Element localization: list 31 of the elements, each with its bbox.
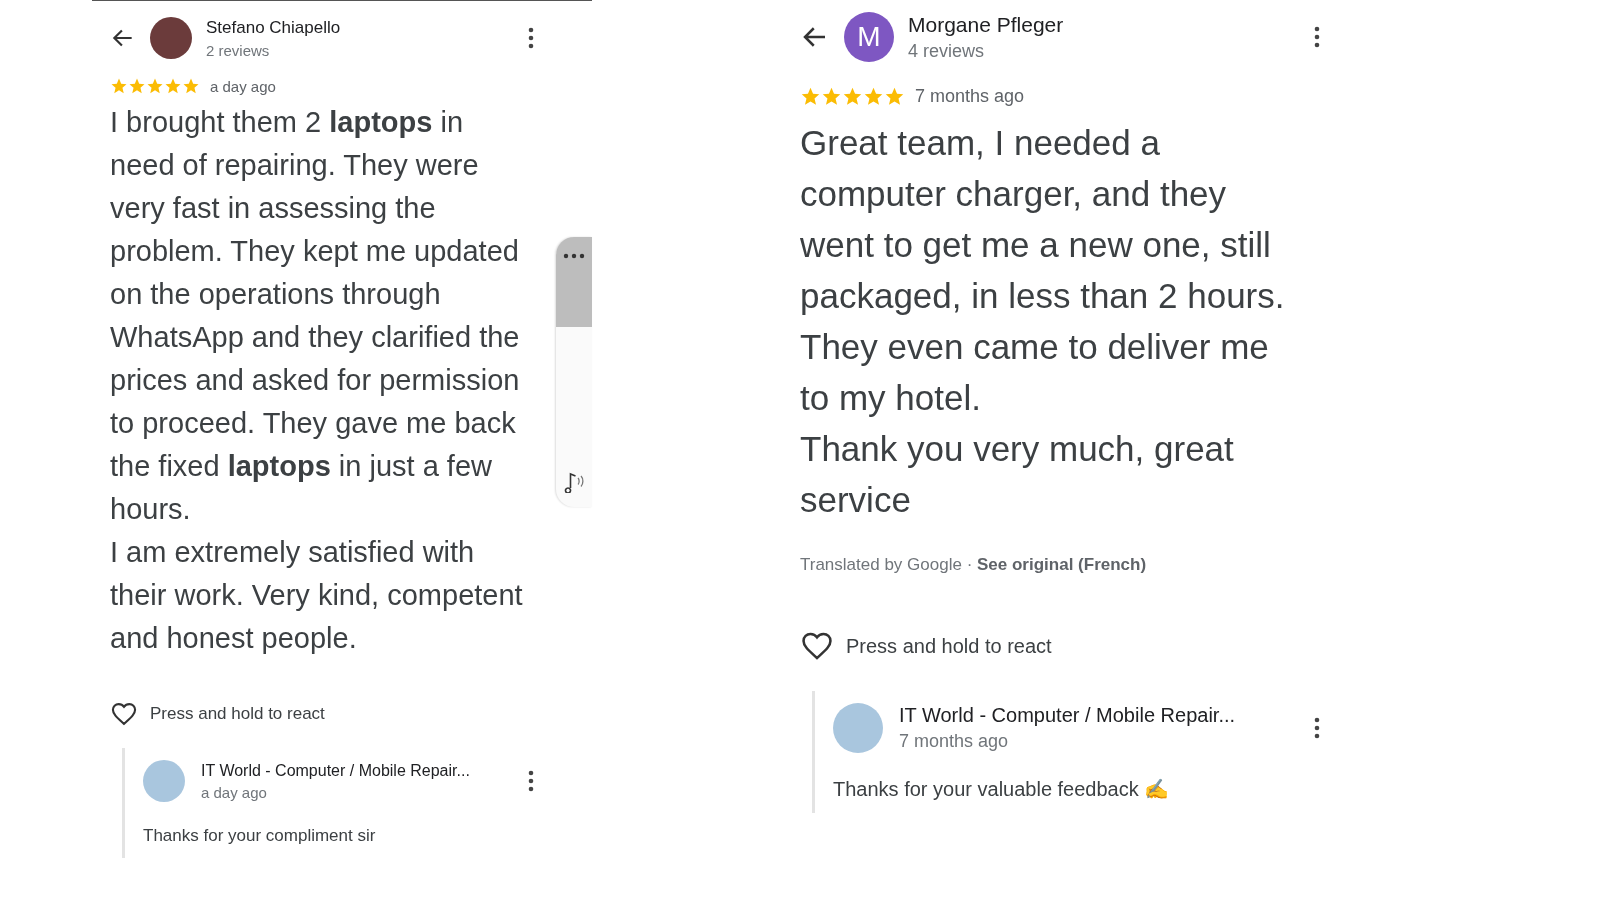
reply-text: Thanks for your compliment sir bbox=[143, 826, 377, 846]
review-time: a day ago bbox=[210, 77, 276, 95]
reply-text: Thanks for your valuable feedback ✍ bbox=[833, 777, 1171, 801]
review-text: They even came to deliver me to my hotel. bbox=[800, 326, 1270, 419]
review-count: 4 reviews bbox=[908, 40, 986, 62]
reviewer-name: Stefano Chiapello bbox=[206, 17, 342, 38]
more-options-icon[interactable] bbox=[1314, 26, 1320, 48]
business-name: IT World - Computer / Mobile Repair... bbox=[201, 761, 471, 780]
ellipsis-icon[interactable] bbox=[563, 253, 585, 259]
reviewer-name: Morgane Pfleger bbox=[908, 12, 1065, 37]
react-hint: Press and hold to react bbox=[150, 704, 325, 724]
reply-time: a day ago bbox=[201, 783, 268, 801]
business-logo-placeholder bbox=[143, 760, 185, 802]
review-text: I am extremely satisfied with their work. Very kind, competent and honest people. bbox=[110, 535, 524, 656]
business-logo-placeholder bbox=[833, 703, 883, 753]
business-name: IT World - Computer / Mobile Repair... bbox=[899, 704, 1237, 727]
avatar-letter: M bbox=[844, 12, 894, 62]
review-text: I brought them 2 laptops in need of repairing. They were very fast in assessing the problem. They kept me updated on the operations through WhatsApp and they clarified the prices and asked for permission to proceed. They gave me back the fixed laptops in just a few hours. bbox=[110, 105, 521, 527]
review-text: Thank you very much, great service bbox=[800, 428, 1235, 521]
react-hint: Press and hold to react bbox=[846, 634, 1052, 658]
reply-time: 7 months ago bbox=[899, 731, 1010, 752]
translation-note: Translated by Google · bbox=[800, 555, 974, 574]
review-count: 2 reviews bbox=[206, 41, 271, 59]
review-time: 7 months ago bbox=[915, 86, 1025, 107]
more-options-icon[interactable] bbox=[1314, 717, 1320, 739]
heart-icon[interactable] bbox=[110, 700, 138, 728]
more-options-icon[interactable] bbox=[528, 27, 534, 49]
review-text: Great team, I needed a computer charger, and they went to get me a new one, still packaged, in less than 2 hours. bbox=[800, 122, 1286, 317]
avatar-photo-placeholder bbox=[150, 17, 192, 59]
more-options-icon[interactable] bbox=[528, 770, 534, 792]
see-original-link[interactable]: See original (French) bbox=[977, 555, 1147, 574]
